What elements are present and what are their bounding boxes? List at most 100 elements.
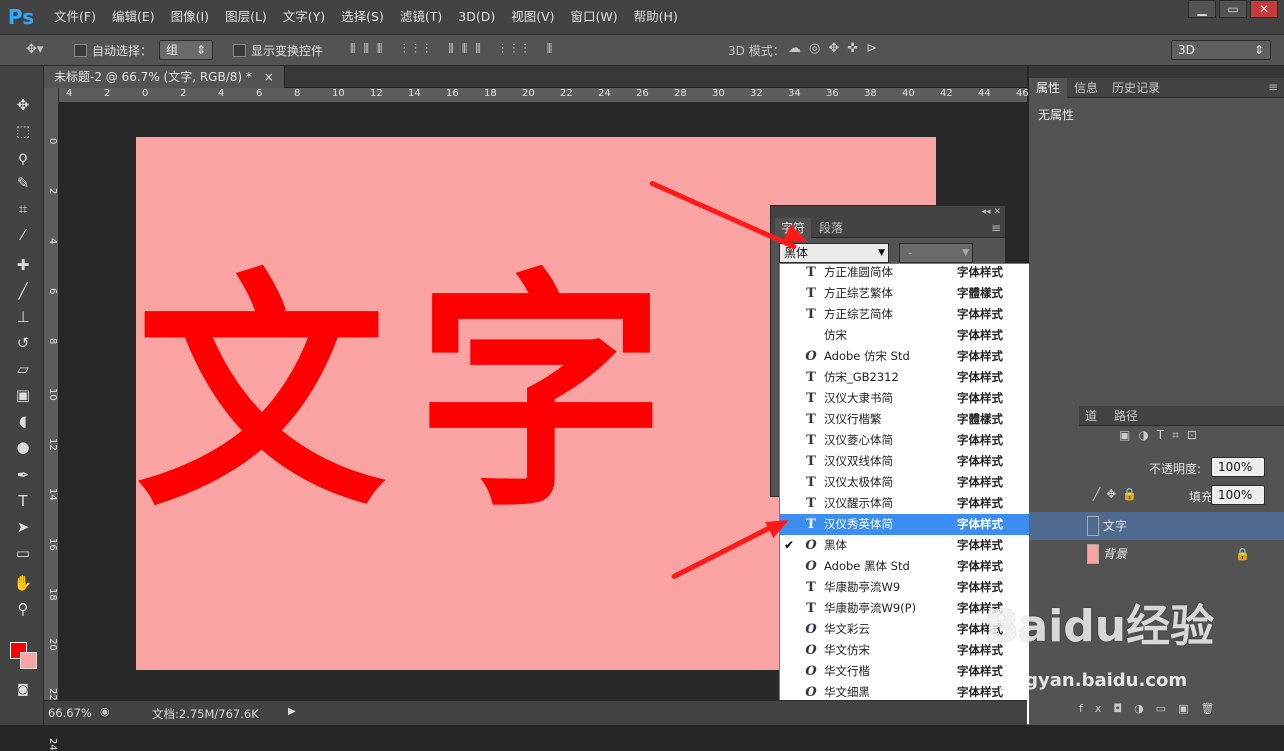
menu-item-4[interactable]: 文字(Y) bbox=[275, 0, 333, 34]
fill-input[interactable]: 100% bbox=[1211, 485, 1265, 505]
font-name: 方正综艺繁体 bbox=[824, 286, 893, 300]
font-list-item[interactable]: T 汉仪菱心体简 字体样式 bbox=[780, 430, 1062, 451]
menu-item-5[interactable]: 选择(S) bbox=[333, 0, 392, 34]
font-list-item[interactable]: 仿宋 字体样式 bbox=[780, 325, 1062, 346]
menu-item-10[interactable]: 帮助(H) bbox=[626, 0, 686, 34]
font-list-item[interactable]: T 汉仪太极体简 字体样式 bbox=[780, 472, 1062, 493]
canvas-text-layer[interactable]: 文字 bbox=[136, 265, 696, 525]
minimize-button[interactable]: ▁ bbox=[1188, 0, 1216, 18]
font-name: 方正综艺简体 bbox=[824, 307, 893, 321]
menu-item-3[interactable]: 图层(L) bbox=[217, 0, 275, 34]
tab-info[interactable]: 信息 bbox=[1067, 78, 1105, 98]
3d-mode-icons[interactable]: ☁◎✥✜⊳ bbox=[788, 41, 885, 56]
healing-brush-tool-icon[interactable]: ✚ bbox=[12, 254, 34, 276]
history-brush-tool-icon[interactable]: ↺ bbox=[12, 332, 34, 354]
truetype-font-icon: T bbox=[806, 454, 816, 469]
font-list-item[interactable]: T 方正综艺简体 字体样式 bbox=[780, 304, 1062, 325]
status-menu-arrow-icon[interactable]: ▶ bbox=[288, 706, 296, 717]
tab-history[interactable]: 历史记录 bbox=[1105, 78, 1167, 98]
menu-item-6[interactable]: 滤镜(T) bbox=[392, 0, 450, 34]
move-tool-icon[interactable]: ✥ bbox=[12, 94, 34, 116]
menu-item-7[interactable]: 3D(D) bbox=[450, 0, 503, 34]
panel-menu-icon[interactable]: ≡ bbox=[991, 218, 1001, 238]
font-style-dropdown[interactable]: - ▼ bbox=[899, 243, 973, 263]
truetype-font-icon: T bbox=[806, 265, 816, 280]
ruler-tick-label: 16 bbox=[446, 88, 459, 99]
ruler-tick-label: 30 bbox=[712, 88, 725, 99]
align-icons[interactable]: ⫴⫴⫴ ⫶⫶⫶ ⫴⫴⫴ ⫶⫶⫶ ⫴ bbox=[350, 42, 560, 57]
menu-item-9[interactable]: 窗口(W) bbox=[563, 0, 626, 34]
crop-tool-icon[interactable]: ⌗ bbox=[12, 198, 34, 220]
quick-select-tool-icon[interactable]: ✎ bbox=[12, 172, 34, 194]
panel-header: ◂◂ ✕ bbox=[771, 206, 1005, 218]
show-transform-checkbox[interactable] bbox=[233, 44, 246, 57]
font-name: 华文彩云 bbox=[824, 622, 870, 636]
horizontal-ruler: 4 2 0 2 4 6 8 10 12 14 16 18 20 22 24 26 28 30 32 34 36 38 40 4… bbox=[44, 88, 1029, 103]
ruler-tick-label: 12 bbox=[47, 438, 58, 451]
clone-stamp-tool-icon[interactable]: ⊥ bbox=[12, 306, 34, 328]
workspace-dropdown[interactable]: 3D ⇕ bbox=[1171, 40, 1271, 60]
font-list-item[interactable]: T 汉仪大隶书简 字体样式 bbox=[780, 388, 1062, 409]
tab-paragraph[interactable]: 段落 bbox=[815, 218, 847, 238]
font-sample: 字体样式 bbox=[957, 475, 1003, 489]
tab-channels-partial[interactable]: 道 bbox=[1085, 406, 1097, 426]
font-list-item[interactable]: T 汉仪秀英体简 字体样式 bbox=[780, 514, 1062, 535]
ruler-tick-label: 16 bbox=[47, 538, 58, 551]
status-bar: 66.67% ◉ 文档:2.75M/767.6K ▶ bbox=[44, 700, 1027, 725]
auto-select-dropdown[interactable]: 组 ⇕ bbox=[159, 40, 213, 60]
lasso-tool-icon[interactable]: ϙ bbox=[12, 146, 34, 168]
collapse-icon[interactable]: ◂◂ bbox=[982, 207, 991, 217]
font-list-item[interactable]: T 汉仪醒示体简 字体样式 bbox=[780, 493, 1062, 514]
share-icon[interactable]: ◉ bbox=[100, 705, 110, 718]
restore-button[interactable]: ▭ bbox=[1219, 0, 1247, 18]
font-list-item[interactable]: T 方正准圆简体 字体样式 bbox=[780, 262, 1062, 283]
panel-menu-icon[interactable]: ≡ bbox=[1268, 80, 1278, 94]
blur-tool-icon[interactable]: ◖ bbox=[12, 410, 34, 432]
marquee-tool-icon[interactable]: ⬚ bbox=[12, 120, 34, 142]
menu-item-2[interactable]: 图像(I) bbox=[163, 0, 217, 34]
font-list-item[interactable]: O Adobe 黑体 Std 字体样式 bbox=[780, 556, 1062, 577]
menu-item-1[interactable]: 编辑(E) bbox=[104, 0, 163, 34]
hand-tool-icon[interactable]: ✋ bbox=[12, 572, 34, 594]
zoom-level[interactable]: 66.67% bbox=[48, 706, 92, 720]
font-name: 汉仪行楷繁 bbox=[824, 412, 882, 426]
font-list-item[interactable]: T 方正综艺繁体 字體樣式 bbox=[780, 283, 1062, 304]
path-select-tool-icon[interactable]: ➤ bbox=[12, 516, 34, 538]
eyedropper-tool-icon[interactable]: ⁄ bbox=[12, 224, 34, 246]
font-list-item[interactable]: T 汉仪行楷繁 字體樣式 bbox=[780, 409, 1062, 430]
menu-item-8[interactable]: 视图(V) bbox=[503, 0, 562, 34]
font-list-item[interactable]: T 汉仪双线体简 字体样式 bbox=[780, 451, 1062, 472]
eraser-tool-icon[interactable]: ▱ bbox=[12, 358, 34, 380]
menu-item-0[interactable]: 文件(F) bbox=[46, 0, 104, 34]
gradient-tool-icon[interactable]: ▣ bbox=[12, 384, 34, 406]
layer-row-text[interactable]: 文字 bbox=[1029, 512, 1284, 540]
close-window-button[interactable]: ✕ bbox=[1250, 0, 1278, 18]
font-list-item[interactable]: T 仿宋_GB2312 字体样式 bbox=[780, 367, 1062, 388]
close-tab-icon[interactable]: × bbox=[264, 70, 274, 84]
dodge-tool-icon[interactable]: ● bbox=[12, 436, 34, 458]
layers-bottom-icons[interactable]: fx◘◑▭▣🗑 bbox=[1079, 702, 1226, 715]
tab-properties[interactable]: 属性 bbox=[1029, 78, 1068, 98]
opacity-input[interactable]: 100% bbox=[1211, 457, 1265, 477]
ruler-tick-label: 20 bbox=[522, 88, 535, 99]
brush-tool-icon[interactable]: ╱ bbox=[12, 280, 34, 302]
auto-select-checkbox[interactable] bbox=[74, 44, 87, 57]
type-tool-icon[interactable]: T bbox=[12, 490, 34, 512]
font-name: 仿宋 bbox=[824, 328, 847, 342]
quick-mask-icon[interactable]: ◙ bbox=[12, 678, 34, 700]
document-tab[interactable]: 未标题-2 @ 66.7% (文字, RGB/8) * × bbox=[44, 66, 285, 88]
zoom-tool-icon[interactable]: ⚲ bbox=[12, 598, 34, 620]
font-list-item[interactable]: O Adobe 仿宋 Std 字体样式 bbox=[780, 346, 1062, 367]
move-tool-icon[interactable]: ✥▾ bbox=[26, 42, 43, 57]
lock-icons[interactable]: ╱✥🔒 bbox=[1093, 487, 1143, 501]
window-controls: ▁ ▭ ✕ bbox=[1185, 0, 1278, 18]
pen-tool-icon[interactable]: ✒ bbox=[12, 464, 34, 486]
tab-paths[interactable]: 路径 bbox=[1107, 406, 1145, 426]
font-list-item[interactable]: ✔ O 黑体 字体样式 bbox=[780, 535, 1062, 556]
layer-row-background[interactable]: 背景 🔒 bbox=[1029, 540, 1284, 568]
close-icon[interactable]: ✕ bbox=[993, 207, 1001, 217]
font-name: Adobe 黑体 Std bbox=[824, 559, 910, 573]
background-color-swatch[interactable] bbox=[20, 652, 37, 669]
shape-tool-icon[interactable]: ▭ bbox=[12, 542, 34, 564]
layer-filter-icons[interactable]: ▣◑T⌗⊡ bbox=[1119, 428, 1205, 443]
